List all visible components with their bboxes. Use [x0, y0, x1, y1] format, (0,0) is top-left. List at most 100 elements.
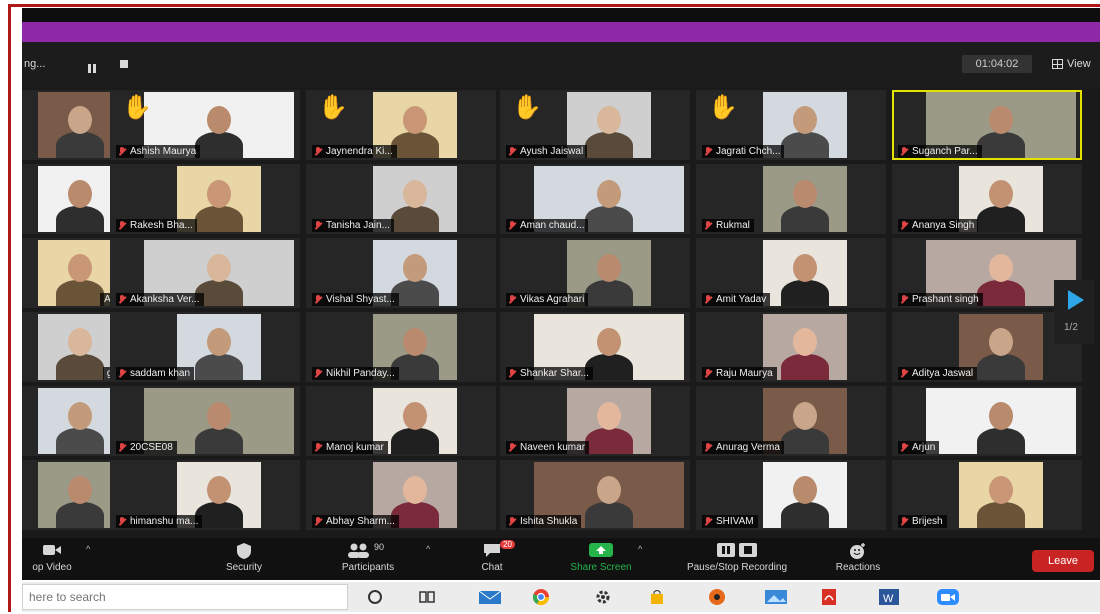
participant-tile[interactable]: 20CSE08 [110, 386, 300, 456]
participant-tile[interactable]: AR [22, 238, 124, 308]
participant-tile[interactable]: Rukmal [696, 164, 886, 234]
participant-tile[interactable]: saddam khan [110, 312, 300, 382]
participant-tile[interactable]: Brijesh [892, 460, 1082, 530]
person-face [403, 328, 427, 356]
participant-tile[interactable]: Aman chaud... [500, 164, 690, 234]
person-silhouette [391, 206, 439, 232]
participant-tile[interactable]: Tanisha Jain... [306, 164, 496, 234]
participant-tile[interactable]: Arjun [892, 386, 1082, 456]
chat-button[interactable]: 20 Chat [472, 540, 515, 573]
raised-hand-icon: ✋ [318, 94, 348, 121]
pause-stop-recording-button[interactable]: Pause/Stop Recording [662, 542, 812, 573]
share-options-caret-icon[interactable]: ^ [638, 544, 642, 554]
participant-tile[interactable]: Ananya Singh [892, 164, 1082, 234]
person-silhouette [391, 132, 439, 158]
mail-app-icon[interactable] [478, 588, 502, 606]
security-button[interactable]: Security [214, 542, 274, 573]
pdf-reader-icon[interactable] [820, 588, 838, 606]
person-silhouette [977, 354, 1025, 380]
participant-tile[interactable]: Suganch Par... [892, 90, 1082, 160]
taskbar-search-input[interactable] [29, 590, 329, 604]
person-silhouette [585, 132, 633, 158]
muted-mic-icon [509, 147, 516, 156]
settings-gear-icon[interactable] [594, 588, 612, 606]
participant-tile[interactable]: Amit Yadav [696, 238, 886, 308]
participant-name: Raju Maurya [716, 368, 773, 379]
participants-options-caret-icon[interactable]: ^ [426, 544, 430, 554]
person-silhouette [781, 354, 829, 380]
photos-icon[interactable] [764, 588, 788, 606]
muted-mic-icon [315, 295, 322, 304]
word-icon[interactable]: W [878, 588, 900, 606]
muted-mic-icon [119, 369, 126, 378]
participant-tile[interactable]: ✋ Ashish Maurya [110, 90, 300, 160]
zoom-app-icon[interactable] [936, 588, 960, 606]
participant-tile[interactable]: Anurag Verma [696, 386, 886, 456]
muted-mic-icon [119, 147, 126, 156]
participant-tile[interactable]: ✋ Jagrati Chch... [696, 90, 886, 160]
participant-name-tag: Aditya Jaswal [898, 367, 978, 380]
person-face [793, 402, 817, 430]
participant-name: Aditya Jaswal [912, 368, 974, 379]
participant-name-tag: Tanisha Jain... [312, 219, 394, 232]
person-face [597, 402, 621, 430]
pause-recording-icon[interactable] [88, 60, 98, 73]
share-screen-button[interactable]: Share Screen [566, 542, 636, 573]
participants-button[interactable]: 90 Participants [328, 542, 408, 573]
participant-tile[interactable]: Akanksha Ver... [110, 238, 300, 308]
participant-name: Abhay Sharm... [326, 516, 395, 527]
next-page-button[interactable]: 1/2 [1054, 280, 1094, 344]
stop-recording-icon[interactable] [120, 60, 128, 68]
participant-tile[interactable]: Rakesh Bha... [110, 164, 300, 234]
participant-tile[interactable]: ✋ Jaynendra Ki... [306, 90, 496, 160]
participant-tile[interactable]: Naveen kumar [500, 386, 690, 456]
participant-tile[interactable]: SHIVAM [696, 460, 886, 530]
participant-name-tag: Amit Yadav [702, 293, 771, 306]
participant-tile[interactable]: Ishita Shukla [500, 460, 690, 530]
stop-video-label: op Video [32, 562, 72, 573]
participant-tile[interactable] [22, 90, 124, 160]
muted-mic-icon [901, 221, 908, 230]
task-view-icon[interactable] [418, 588, 436, 606]
participant-tile[interactable] [22, 164, 124, 234]
participant-tile[interactable]: Abhay Sharm... [306, 460, 496, 530]
participant-grid: ✋ Ashish Maurya ✋ Jaynendra Ki... ✋ Ayush Jai… [22, 90, 1092, 534]
person-face [207, 106, 231, 134]
person-face [68, 180, 92, 208]
participant-tile[interactable]: Shankar Shar... [500, 312, 690, 382]
person-silhouette [781, 502, 829, 528]
participant-tile[interactable]: Manoj kumar [306, 386, 496, 456]
media-player-icon[interactable] [708, 588, 726, 606]
person-face [207, 328, 231, 356]
participant-name-tag: Manoj kumar [312, 441, 388, 454]
participant-tile[interactable]: Vishal Shyast... [306, 238, 496, 308]
store-bag-icon[interactable] [648, 588, 666, 606]
reactions-button[interactable]: Reactions [828, 542, 888, 573]
muted-mic-icon [901, 147, 908, 156]
taskbar-search-box[interactable] [22, 584, 348, 610]
stop-video-button[interactable]: op Video [22, 542, 82, 573]
shield-icon [237, 543, 251, 559]
participant-name-tag: Shankar Shar... [506, 367, 593, 380]
participant-name-tag: Suganch Par... [898, 145, 982, 158]
participant-name-tag: Jaynendra Ki... [312, 145, 397, 158]
participant-tile[interactable]: ✋ Ayush Jaiswal [500, 90, 690, 160]
cortana-icon[interactable] [366, 588, 384, 606]
participant-tile[interactable] [22, 460, 124, 530]
participant-tile[interactable]: gh [22, 312, 124, 382]
participant-tile[interactable] [22, 386, 124, 456]
participants-label: Participants [341, 562, 395, 573]
participant-tile[interactable]: Nikhil Panday... [306, 312, 496, 382]
participant-name-tag: Rakesh Bha... [116, 219, 197, 232]
participant-name-tag: Naveen kumar [506, 441, 590, 454]
participant-tile[interactable]: Raju Maurya [696, 312, 886, 382]
video-options-caret-icon[interactable]: ^ [86, 544, 90, 554]
person-face [207, 254, 231, 282]
participant-tile[interactable]: himanshu ma... [110, 460, 300, 530]
view-button[interactable]: View [1052, 58, 1091, 70]
security-label: Security [225, 562, 263, 573]
participant-tile[interactable]: Vikas Agrahari [500, 238, 690, 308]
leave-button[interactable]: Leave [1032, 550, 1094, 572]
participant-name-tag: Ishita Shukla [506, 515, 582, 528]
chrome-icon[interactable] [532, 588, 550, 606]
